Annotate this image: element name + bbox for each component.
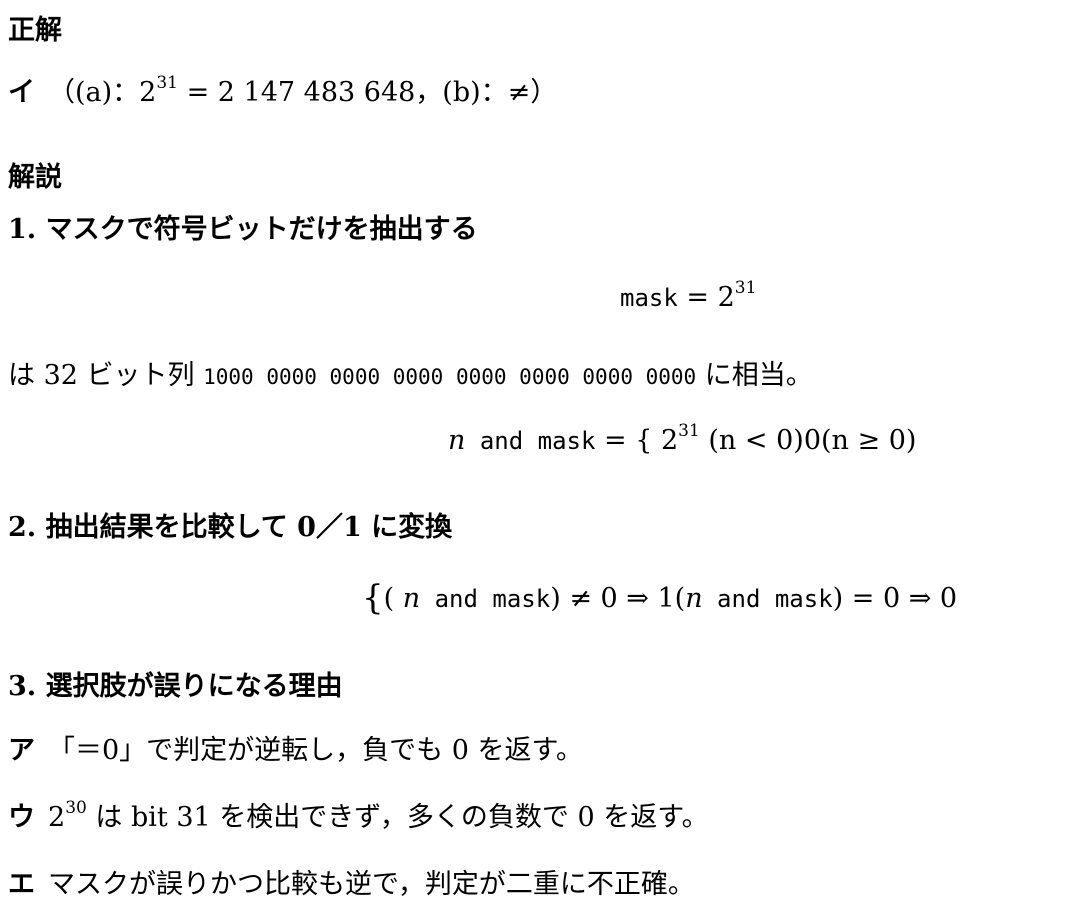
answer-eq: = 2 147 483 648，(b)：≠） (177, 77, 558, 108)
val-2: 2 (652, 425, 679, 456)
reason-item-a: ア「＝0」で判定が逆転し，負でも 0 を返す。 (8, 728, 583, 767)
reason-label-u: ウ (8, 802, 35, 833)
reason-label-e: エ (8, 869, 35, 900)
compare-brace: { (362, 578, 384, 618)
mask-exp: 31 (734, 278, 757, 298)
compare-part2b: ) = 0 ⇒ 0 (832, 583, 958, 614)
answer-label: イ (8, 77, 35, 108)
compare-n2: n (685, 583, 703, 614)
reason-text-u: は bit 31 を検出できず，多くの負数で 0 を返す。 (86, 802, 709, 833)
reason-text-a: 「＝0」で判定が逆転し，負でも 0 を返す。 (48, 735, 583, 766)
reason-item-u: ウ 230 は bit 31 を検出できず，多くの負数で 0 を返す。 (8, 795, 709, 834)
mask-note-suffix: に相当。 (696, 360, 813, 391)
compare-n1: n (402, 583, 421, 614)
cond-text: (n < 0)0(n ≥ 0) (699, 425, 917, 456)
mask-bits: 1000 0000 0000 0000 0000 0000 0000 0000 (203, 365, 697, 389)
mask-name: mask (620, 284, 678, 312)
and-mask-text: and mask (465, 427, 596, 455)
reason-text-e: マスクが誤りかつ比較も逆で，判定が二重に不正確。 (48, 869, 695, 900)
mask-equation: mask = 231 (620, 280, 756, 314)
reason-exp-u: 30 (65, 798, 87, 818)
reason-pre-u: 2 (48, 802, 66, 833)
answer-exp: 31 (156, 73, 178, 93)
reason-label-a: ア (8, 735, 35, 766)
compare-and1: and mask (420, 585, 551, 613)
reason-item-e: エマスクが誤りかつ比較も逆で，判定が二重に不正確。 (8, 862, 695, 901)
answer-open: （(a)：2 (48, 77, 157, 108)
eq-brace: = { (595, 425, 653, 456)
answer-line: イ （(a)：231 = 2 147 483 648，(b)：≠） (8, 70, 557, 109)
compare-and2: and mask (702, 585, 833, 613)
var-n: n (448, 425, 466, 456)
step1-title: 1. マスクで符号ビットだけを抽出する (8, 214, 478, 245)
step2-title: 2. 抽出結果を比較して 0／1 に変換 (8, 512, 453, 543)
mask-note-prefix: は 32 ビット列 (8, 360, 204, 391)
explanation-heading: 解説 (8, 162, 62, 193)
mask-eq: = 2 (677, 282, 735, 313)
and-mask-equation: n and mask = { 231 (n < 0)0(n ≥ 0) (448, 423, 917, 457)
compare-part1a: ( (383, 583, 403, 614)
answer-heading: 正解 (8, 15, 62, 46)
compare-equation: {( n and mask) ≠ 0 ⇒ 1(n and mask) = 0 ⇒… (362, 578, 957, 618)
val-exp: 31 (678, 421, 700, 441)
step3-title: 3. 選択肢が誤りになる理由 (8, 671, 343, 702)
mask-note: は 32 ビット列 1000 0000 0000 0000 0000 0000 … (8, 353, 813, 392)
compare-part1b: ) ≠ 0 ⇒ 1( (550, 583, 686, 614)
